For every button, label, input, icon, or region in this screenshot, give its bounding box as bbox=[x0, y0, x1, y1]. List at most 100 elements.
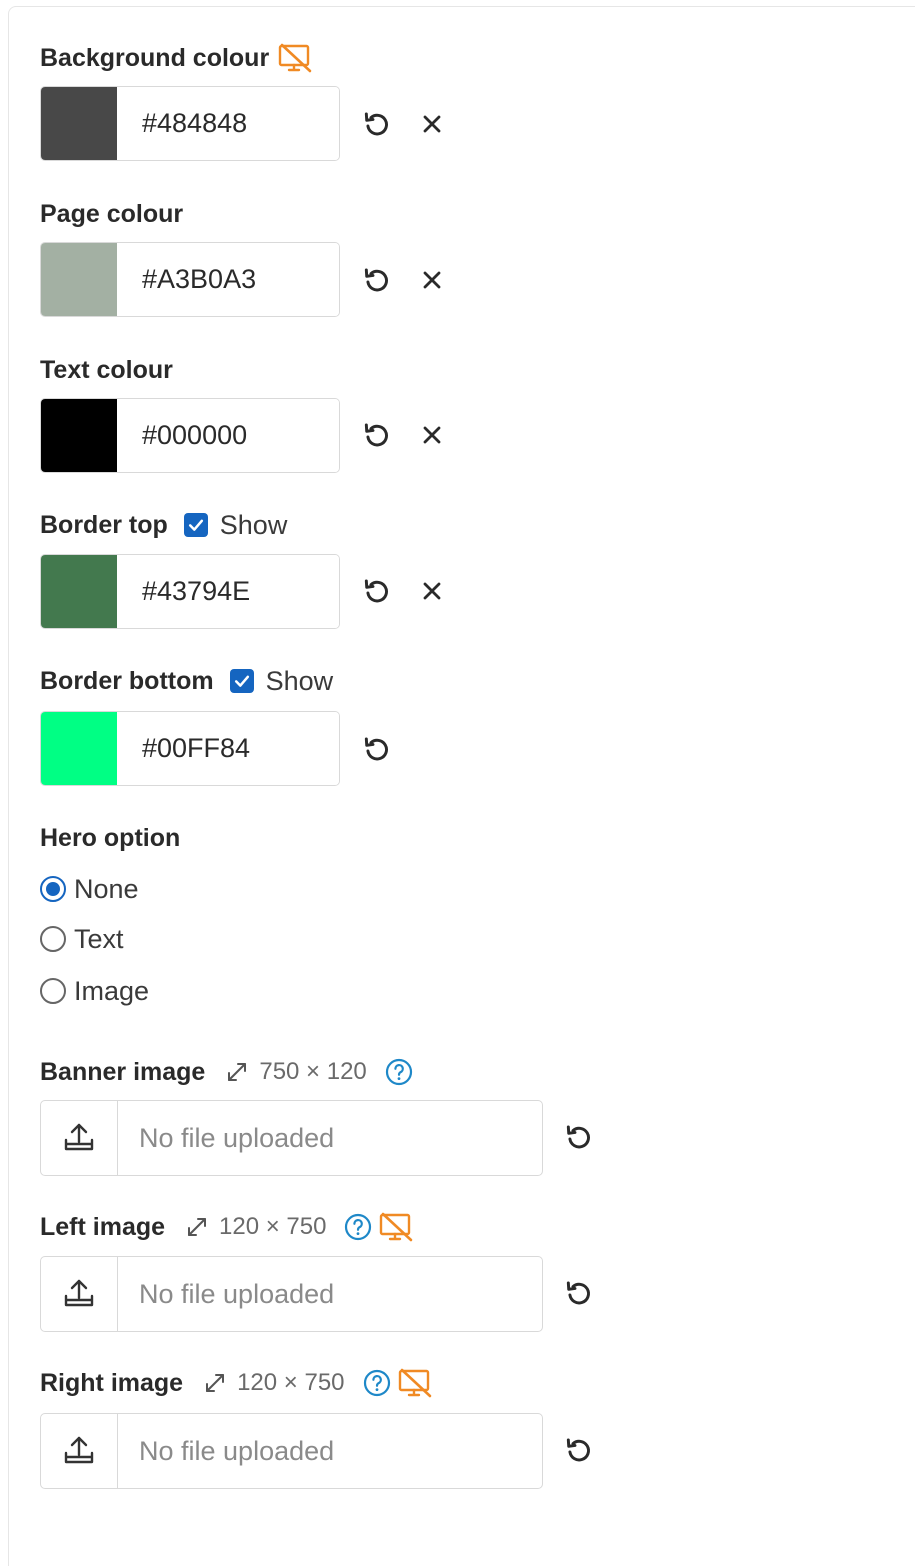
left-image-dims-text: 120 × 750 bbox=[219, 1213, 327, 1240]
background-colour-clear-button[interactable] bbox=[414, 106, 450, 142]
no-display-warning-icon bbox=[277, 43, 313, 73]
banner-image-title: Banner image bbox=[40, 1057, 206, 1086]
background-colour-title: Background colour bbox=[40, 43, 270, 72]
border-top-clear-button[interactable] bbox=[414, 573, 450, 609]
border-top-show-checkbox[interactable] bbox=[183, 513, 208, 537]
reset-icon bbox=[361, 419, 393, 451]
expand-icon bbox=[183, 1213, 211, 1241]
border-bottom-label: Border bottom Show bbox=[40, 664, 333, 698]
close-icon bbox=[418, 421, 446, 449]
right-image-reset-button[interactable] bbox=[561, 1432, 597, 1468]
border-top-reset-button[interactable] bbox=[359, 573, 395, 609]
right-image-title: Right image bbox=[40, 1368, 184, 1397]
border-bottom-reset-button[interactable] bbox=[359, 731, 395, 767]
upload-icon bbox=[61, 1433, 97, 1469]
hero-option-image-label: Image bbox=[74, 975, 150, 1006]
banner-image-upload-button[interactable] bbox=[41, 1101, 118, 1175]
text-colour-reset-button[interactable] bbox=[359, 417, 395, 453]
border-bottom-show-checkbox[interactable] bbox=[229, 669, 254, 693]
hero-option-none-radio[interactable] bbox=[40, 876, 66, 902]
page-colour-field bbox=[40, 242, 340, 317]
hero-option-none[interactable]: None bbox=[40, 871, 139, 907]
border-top-show-label: Show bbox=[219, 509, 288, 540]
background-colour-reset-button[interactable] bbox=[359, 106, 395, 142]
hero-option-image-radio[interactable] bbox=[40, 978, 66, 1004]
background-colour-swatch[interactable] bbox=[41, 87, 117, 160]
text-colour-label: Text colour bbox=[40, 353, 181, 387]
right-image-upload-button[interactable] bbox=[41, 1414, 118, 1488]
text-colour-field bbox=[40, 398, 340, 473]
banner-image-field: No file uploaded bbox=[40, 1100, 543, 1176]
page-colour-input[interactable] bbox=[117, 243, 339, 316]
right-image-label: Right image 120 × 750 bbox=[40, 1366, 433, 1400]
left-image-label: Left image 120 × 750 bbox=[40, 1210, 414, 1244]
hero-option-text-label: Text bbox=[74, 923, 124, 954]
help-icon[interactable] bbox=[363, 1369, 391, 1397]
text-colour-clear-button[interactable] bbox=[414, 417, 450, 453]
left-image-title: Left image bbox=[40, 1212, 166, 1241]
page-colour-title: Page colour bbox=[40, 199, 184, 228]
reset-icon bbox=[563, 1121, 595, 1153]
checkmark-icon bbox=[186, 515, 206, 535]
hero-option-image[interactable]: Image bbox=[40, 973, 149, 1009]
text-colour-title: Text colour bbox=[40, 355, 173, 384]
hero-option-text-radio[interactable] bbox=[40, 926, 66, 952]
border-top-colour-input[interactable] bbox=[117, 555, 339, 628]
border-top-colour-swatch[interactable] bbox=[41, 555, 117, 628]
background-colour-label: Background colour bbox=[40, 41, 313, 75]
right-image-dims-text: 120 × 750 bbox=[237, 1369, 345, 1396]
banner-image-status: No file uploaded bbox=[139, 1122, 335, 1153]
banner-image-reset-button[interactable] bbox=[561, 1119, 597, 1155]
border-bottom-colour-field bbox=[40, 711, 340, 786]
expand-icon bbox=[201, 1369, 229, 1397]
hero-option-none-label: None bbox=[74, 873, 139, 904]
banner-image-dims-text: 750 × 120 bbox=[259, 1058, 367, 1085]
border-bottom-title: Border bottom bbox=[40, 666, 214, 695]
settings-panel bbox=[8, 6, 915, 1566]
border-bottom-colour-swatch[interactable] bbox=[41, 712, 117, 785]
upload-icon bbox=[61, 1120, 97, 1156]
page-colour-reset-button[interactable] bbox=[359, 262, 395, 298]
close-icon bbox=[418, 110, 446, 138]
right-image-field: No file uploaded bbox=[40, 1413, 543, 1489]
upload-icon bbox=[61, 1276, 97, 1312]
help-icon[interactable] bbox=[344, 1213, 372, 1241]
no-display-warning-icon bbox=[378, 1212, 414, 1242]
background-colour-field bbox=[40, 86, 340, 161]
checkmark-icon bbox=[232, 671, 252, 691]
reset-icon bbox=[563, 1434, 595, 1466]
reset-icon bbox=[361, 733, 393, 765]
page-colour-swatch[interactable] bbox=[41, 243, 117, 316]
border-bottom-show-toggle[interactable]: Show bbox=[229, 665, 334, 697]
background-colour-input[interactable] bbox=[117, 87, 339, 160]
expand-icon bbox=[223, 1058, 251, 1086]
right-image-status: No file uploaded bbox=[139, 1435, 335, 1466]
reset-icon bbox=[361, 575, 393, 607]
close-icon bbox=[418, 577, 446, 605]
left-image-status: No file uploaded bbox=[139, 1278, 335, 1309]
hero-option-title: Hero option bbox=[40, 823, 181, 852]
right-image-dimensions: 120 × 750 bbox=[201, 1369, 345, 1397]
border-top-colour-field bbox=[40, 554, 340, 629]
border-top-title: Border top bbox=[40, 510, 168, 539]
banner-image-label: Banner image 750 × 120 bbox=[40, 1055, 413, 1089]
border-bottom-show-label: Show bbox=[265, 665, 334, 696]
page-colour-label: Page colour bbox=[40, 197, 191, 231]
close-icon bbox=[418, 266, 446, 294]
text-colour-input[interactable] bbox=[117, 399, 339, 472]
page-colour-clear-button[interactable] bbox=[414, 262, 450, 298]
left-image-reset-button[interactable] bbox=[561, 1275, 597, 1311]
reset-icon bbox=[361, 108, 393, 140]
banner-image-dimensions: 750 × 120 bbox=[223, 1058, 367, 1086]
help-icon[interactable] bbox=[385, 1058, 413, 1086]
hero-option-text[interactable]: Text bbox=[40, 921, 124, 957]
no-display-warning-icon bbox=[397, 1368, 433, 1398]
border-top-show-toggle[interactable]: Show bbox=[183, 509, 288, 541]
border-top-label: Border top Show bbox=[40, 508, 287, 542]
border-bottom-colour-input[interactable] bbox=[117, 712, 339, 785]
text-colour-swatch[interactable] bbox=[41, 399, 117, 472]
hero-option-label: Hero option bbox=[40, 821, 188, 855]
reset-icon bbox=[361, 264, 393, 296]
left-image-upload-button[interactable] bbox=[41, 1257, 118, 1331]
reset-icon bbox=[563, 1277, 595, 1309]
